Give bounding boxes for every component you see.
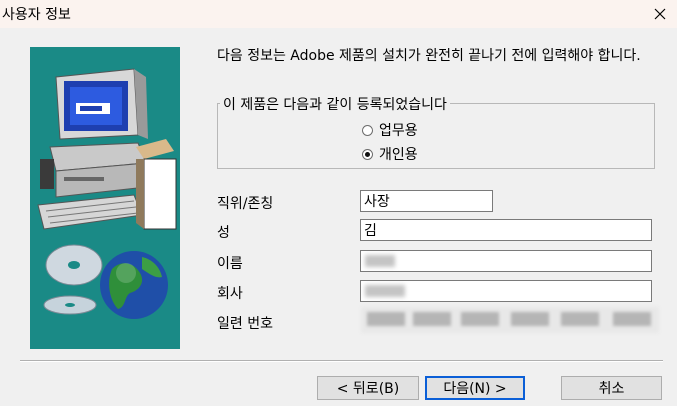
serial-segment xyxy=(613,312,651,326)
serial-segment xyxy=(413,312,451,326)
next-button[interactable]: 다음(N) > xyxy=(425,376,525,400)
title-bar: 사용자 정보 xyxy=(0,0,677,28)
serial-label: 일련 번호 xyxy=(217,316,273,332)
radio-business[interactable]: 업무용 xyxy=(362,120,418,140)
cancel-button[interactable]: 취소 xyxy=(561,376,662,400)
radio-personal-indicator xyxy=(362,148,373,160)
redacted-company xyxy=(365,285,405,297)
window-title: 사용자 정보 xyxy=(2,7,71,23)
installer-illustration xyxy=(30,47,180,349)
serial-segment xyxy=(511,312,549,326)
footer-divider xyxy=(20,360,663,362)
company-input[interactable] xyxy=(360,280,652,302)
company-label: 회사 xyxy=(217,286,243,302)
intro-text: 다음 정보는 Adobe 제품의 설치가 완전히 끝나기 전에 입력해야 합니다… xyxy=(217,48,641,64)
serial-segment xyxy=(561,312,599,326)
first-name-label: 이름 xyxy=(217,256,243,272)
radio-business-indicator xyxy=(362,124,373,136)
title-label: 직위/존칭 xyxy=(217,196,274,212)
registration-legend: 이 제품은 다음과 같이 등록되었습니다 xyxy=(220,94,450,114)
first-name-input[interactable] xyxy=(360,250,652,272)
back-button[interactable]: < 뒤로(B) xyxy=(317,376,419,400)
radio-business-label: 업무용 xyxy=(379,123,418,139)
close-icon xyxy=(654,8,666,20)
last-name-label: 성 xyxy=(217,225,230,241)
close-button[interactable] xyxy=(643,0,677,28)
radio-personal[interactable]: 개인용 xyxy=(362,144,418,164)
serial-number-fields[interactable] xyxy=(361,307,659,333)
radio-personal-label: 개인용 xyxy=(379,147,418,163)
serial-segment xyxy=(461,312,499,326)
serial-segment xyxy=(367,312,405,326)
title-input[interactable] xyxy=(360,190,493,212)
redacted-first-name xyxy=(365,255,395,267)
last-name-input[interactable] xyxy=(360,219,652,241)
